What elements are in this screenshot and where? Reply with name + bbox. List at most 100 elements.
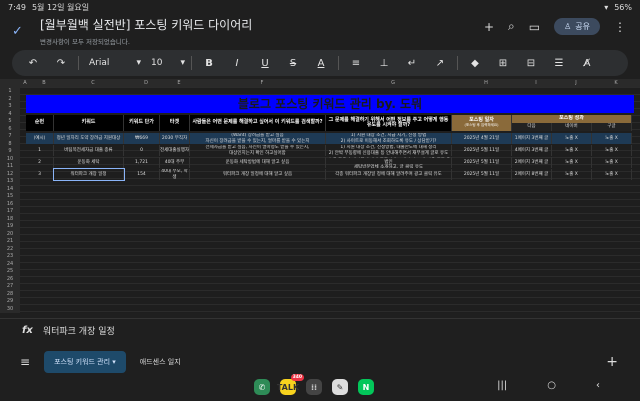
search-icon[interactable]: ⌕ xyxy=(508,19,515,34)
row-header[interactable]: 29 xyxy=(0,298,20,304)
font-selector[interactable]: Arial ▾ xyxy=(85,58,145,68)
table-cell[interactable]: 2025년 5월 11일 xyxy=(452,169,512,180)
header-cell[interactable]: 순번 xyxy=(26,115,54,131)
comment-icon[interactable]: ▭ xyxy=(529,20,540,34)
header-cell[interactable]: 구글 xyxy=(592,123,632,131)
column-header[interactable]: C xyxy=(58,80,128,86)
table-cell[interactable]: 1) 종 운동화 세탁법에 대해 간단하게 소개하고, 요새 가장 편한 방법인… xyxy=(326,157,452,168)
table-cell[interactable]: 전세대출실행자 xyxy=(160,145,190,156)
table-cell[interactable]: 2페이지 3번째 글 xyxy=(512,157,552,168)
align-icon[interactable]: ≡ xyxy=(345,58,367,69)
naver-app-icon[interactable]: N xyxy=(358,379,374,395)
row-header[interactable]: 14 xyxy=(0,186,20,192)
row-header[interactable]: 3 xyxy=(0,103,20,109)
bold-icon[interactable]: B xyxy=(198,58,220,69)
table-cell[interactable]: 워터파크 개장 일정 xyxy=(53,168,125,181)
row-header[interactable]: 7 xyxy=(0,133,20,139)
borders-icon[interactable]: ⊞ xyxy=(492,58,514,69)
underline-icon[interactable]: U xyxy=(254,58,276,69)
spreadsheet-grid[interactable]: 블로그 포스팅 키워드 관리 by. 도뭐 순번 키워드 키워드 단가 타겟 사… xyxy=(20,87,640,313)
tab-posting-keywords[interactable]: 포스팅 키워드 관리 ▾ xyxy=(44,351,126,373)
sheet-banner[interactable]: 블로그 포스팅 키워드 관리 by. 도뭐 xyxy=(26,95,634,113)
table-cell[interactable]: 운동화 세탁방법에 대해 알고 싶음 xyxy=(190,157,326,168)
redo-icon[interactable]: ↷ xyxy=(50,58,72,69)
table-cell[interactable]: 청년 일자리 도약 장려금 지원대상 xyxy=(54,133,124,144)
row-header[interactable]: 17 xyxy=(0,208,20,214)
valign-icon[interactable]: ⊥ xyxy=(373,58,395,69)
add-sheet-icon[interactable]: + xyxy=(606,354,618,370)
row-header[interactable]: 21 xyxy=(0,238,20,244)
header-cell[interactable]: 그 문제를 해결하기 위해서 어떤 정보를 주고 어떻게 행동 유도를 시켜야 … xyxy=(326,115,452,131)
table-cell[interactable]: 노출 X xyxy=(592,145,632,156)
row-header[interactable]: 9 xyxy=(0,148,20,154)
table-cell[interactable]: 4페이지 3번째 글 xyxy=(512,145,552,156)
phone-app-icon[interactable]: ✆ xyxy=(254,379,270,395)
done-check-icon[interactable]: ✓ xyxy=(12,24,23,39)
table-cell[interactable]: 노출 X xyxy=(552,133,592,144)
row-header[interactable]: 18 xyxy=(0,216,20,222)
table-cell[interactable]: 버팀목전세자금 대출 종류 xyxy=(54,145,124,156)
table-cell[interactable]: 0 xyxy=(124,145,160,156)
header-cell[interactable]: 포스팅 성과 xyxy=(512,115,632,123)
header-cell[interactable]: 타겟 xyxy=(160,115,190,131)
column-header[interactable]: K xyxy=(596,80,636,86)
row-header[interactable]: 28 xyxy=(0,291,20,297)
table-cell[interactable]: 노출 X xyxy=(552,157,592,168)
table-cell[interactable]: (예시) xyxy=(26,133,54,144)
row-header[interactable]: 5 xyxy=(0,118,20,124)
table-cell[interactable]: 40대 주부 xyxy=(160,157,190,168)
add-icon[interactable]: + xyxy=(484,20,494,34)
table-cell[interactable]: 3 xyxy=(26,169,54,180)
row-header[interactable]: 13 xyxy=(0,178,20,184)
column-header[interactable]: E xyxy=(164,80,194,86)
table-cell[interactable]: (Want) 장려금을 받고 싶음 자신이 장려금을 받을 수 있는지, 얼마를… xyxy=(190,133,326,144)
all-sheets-icon[interactable]: ≡ xyxy=(20,355,30,369)
table-cell[interactable]: 1) 지원 대상 조건, 지급 시기, 신청 방법 2) 사이트로 이동해서 조… xyxy=(326,133,452,144)
row-header[interactable]: 26 xyxy=(0,276,20,282)
column-header[interactable]: G xyxy=(330,80,456,86)
wrap-icon[interactable]: ↵ xyxy=(401,58,423,69)
row-header[interactable]: 8 xyxy=(0,141,20,147)
column-header[interactable]: J xyxy=(556,80,596,86)
row-header[interactable]: 27 xyxy=(0,283,20,289)
row-header[interactable]: 24 xyxy=(0,261,20,267)
apps-grid-icon[interactable]: ⁞⁞ xyxy=(306,379,322,395)
row-header[interactable]: 16 xyxy=(0,201,20,207)
column-header[interactable]: B xyxy=(30,80,58,86)
strikethrough-icon[interactable]: S xyxy=(282,58,304,69)
home-icon[interactable]: ○ xyxy=(547,380,556,391)
table-cell[interactable]: 워터파크 개장 일정에 대해 알고 싶음 xyxy=(190,169,326,180)
row-header[interactable]: 30 xyxy=(0,306,20,312)
italic-icon[interactable]: I xyxy=(226,58,248,69)
row-header[interactable]: 6 xyxy=(0,126,20,132)
row-header[interactable]: 11 xyxy=(0,163,20,169)
row-header[interactable]: 2 xyxy=(0,96,20,102)
header-cell[interactable]: 포스팅 일자 (포스팅 후 입력하세요) xyxy=(452,115,512,131)
table-cell[interactable]: 노출 X xyxy=(552,145,592,156)
text-color-icon[interactable]: A xyxy=(310,58,332,69)
row-header[interactable]: 15 xyxy=(0,193,20,199)
recent-apps-icon[interactable]: ||| xyxy=(497,380,507,391)
header-cell[interactable]: 사람들은 어떤 문제를 해결하고 싶어서 이 키워드를 검색할까? xyxy=(190,115,326,131)
rotate-text-icon[interactable]: ↗ xyxy=(429,58,451,69)
formula-bar[interactable]: fx 워터파크 개장 일정 xyxy=(0,318,640,342)
more-options-icon[interactable]: ⋮ xyxy=(614,20,626,34)
table-cell[interactable]: 2025년 4월 21일 xyxy=(452,133,512,144)
column-header[interactable]: F xyxy=(194,80,330,86)
table-cell[interactable]: 전세자금을 받고 싶음, 자신이 얼마정도 받을 수 있는지, 대상인지는지 확… xyxy=(190,145,326,156)
undo-icon[interactable]: ↶ xyxy=(22,58,44,69)
row-header[interactable]: 12 xyxy=(0,171,20,177)
clear-format-icon[interactable]: A̸ xyxy=(576,58,598,69)
row-header[interactable]: 10 xyxy=(0,156,20,162)
kakaotalk-app-icon[interactable]: TALK 340 xyxy=(277,374,304,395)
header-cell[interactable]: 네이버 xyxy=(552,123,592,131)
table-cell[interactable]: 154 xyxy=(124,169,160,180)
table-cell[interactable]: 2025년 5월 11일 xyxy=(452,157,512,168)
table-cell[interactable]: 1,721 xyxy=(124,157,160,168)
table-cell[interactable]: 2 xyxy=(26,157,54,168)
table-cell[interactable]: 노출 X xyxy=(592,157,632,168)
table-cell[interactable]: 40대 부모, 학생 xyxy=(160,169,190,180)
row-header[interactable]: 22 xyxy=(0,246,20,252)
table-cell[interactable]: 1) 지원 대상 조건, 신청방법, 대출한도에 대해 정리 2) 안박 부동향… xyxy=(326,145,452,156)
document-title[interactable]: [월부월백 실전반] 포스팅 키워드 다이어리 xyxy=(40,16,252,33)
